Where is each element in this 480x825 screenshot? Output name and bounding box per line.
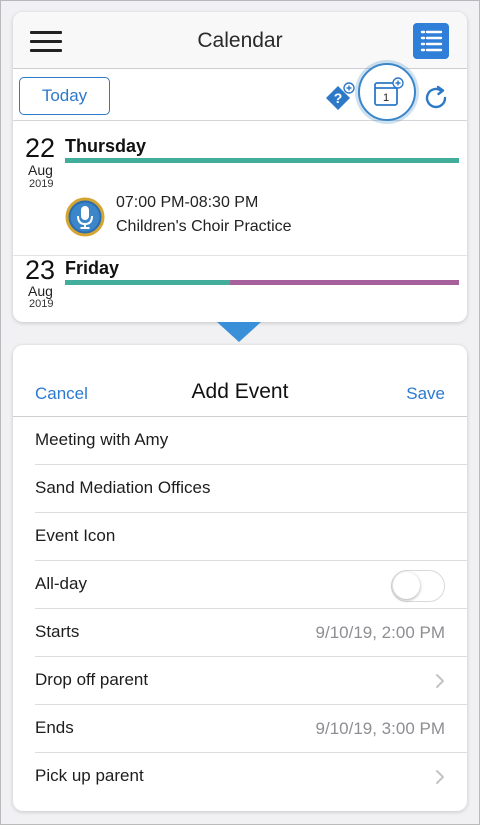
- drop-off-parent-row[interactable]: Drop off parent: [35, 657, 467, 705]
- day-bar-teal: [65, 280, 230, 285]
- day-bar-purple: [230, 280, 459, 285]
- add-calendar-event-button[interactable]: 1: [358, 63, 416, 121]
- all-day-row: All-day: [35, 561, 467, 609]
- add-event-badge: 1: [383, 92, 389, 104]
- event-title: Children's Choir Practice: [116, 218, 292, 235]
- day-weekday: Friday: [65, 258, 120, 278]
- event-item[interactable]: 07:00 PM-08:30 PM Children's Choir Pract…: [65, 192, 455, 246]
- sheet-header: Cancel Add Event Save: [13, 345, 467, 417]
- list-view-icon: [420, 30, 443, 52]
- today-button[interactable]: Today: [19, 77, 110, 115]
- day-year: 2019: [29, 178, 54, 190]
- microphone-icon: [65, 197, 105, 237]
- sheet-title: Add Event: [191, 380, 289, 403]
- toolbar: Today ? 1: [13, 63, 467, 121]
- ends-row[interactable]: Ends 9/10/19, 3:00 PM: [35, 705, 467, 753]
- refresh-button[interactable]: [421, 83, 451, 113]
- row-label: All-day: [35, 574, 87, 593]
- pick-up-parent-row[interactable]: Pick up parent: [35, 753, 467, 801]
- day-weekday: Thursday: [65, 136, 147, 156]
- row-label: Sand Mediation Offices: [35, 478, 211, 497]
- starts-row[interactable]: Starts 9/10/19, 2:00 PM: [35, 609, 467, 657]
- chevron-right-icon: [436, 674, 444, 688]
- day-number: 22: [25, 133, 56, 163]
- svg-text:?: ?: [334, 90, 343, 106]
- add-reminder-icon: ?: [326, 82, 355, 110]
- refresh-icon: [425, 85, 447, 109]
- event-title-field[interactable]: Meeting with Amy: [35, 417, 467, 465]
- row-label: Event Icon: [35, 526, 116, 545]
- page-title: Calendar: [197, 29, 283, 52]
- list-view-button[interactable]: [413, 23, 449, 59]
- add-calendar-event-icon: 1: [374, 77, 404, 106]
- save-button[interactable]: Save: [406, 384, 445, 404]
- event-icon-row[interactable]: Event Icon: [35, 513, 467, 561]
- day-month: Aug: [28, 162, 53, 178]
- all-day-toggle[interactable]: [391, 570, 445, 602]
- row-label: Meeting with Amy: [35, 430, 169, 449]
- event-location-field[interactable]: Sand Mediation Offices: [35, 465, 467, 513]
- ends-value: 9/10/19, 3:00 PM: [315, 719, 445, 738]
- day-number: 23: [25, 255, 56, 285]
- day-divider: [13, 255, 467, 256]
- calendar-card: Calendar Today ? 1 22 Aug 2019 Thursday …: [13, 12, 467, 322]
- day-month: Aug: [28, 283, 53, 299]
- add-reminder-button[interactable]: ?: [324, 82, 356, 114]
- row-label: Pick up parent: [35, 766, 144, 785]
- row-label: Starts: [35, 622, 80, 641]
- day-year: 2019: [29, 298, 54, 310]
- nav-bar: Calendar: [13, 12, 467, 69]
- add-event-sheet: Cancel Add Event Save Meeting with Amy S…: [13, 345, 467, 811]
- day-bar-teal: [65, 158, 459, 163]
- popover-pointer: [217, 322, 261, 342]
- event-time: 07:00 PM-08:30 PM: [116, 194, 259, 211]
- toggle-knob: [393, 572, 420, 599]
- row-label: Drop off parent: [35, 670, 149, 689]
- row-label: Ends: [35, 718, 74, 737]
- starts-value: 9/10/19, 2:00 PM: [315, 623, 445, 642]
- chevron-right-icon: [436, 770, 444, 784]
